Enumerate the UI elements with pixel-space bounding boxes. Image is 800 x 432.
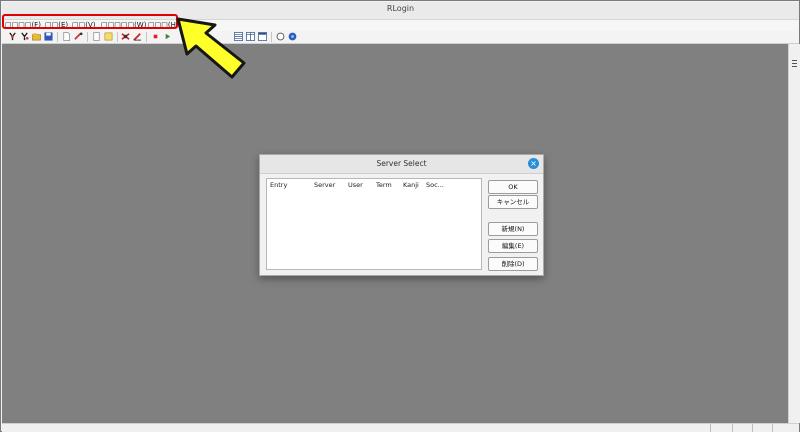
settings-circle-icon[interactable] [276,32,285,41]
cancel-button[interactable]: キャンセル [488,195,538,209]
paste-icon[interactable] [74,32,83,41]
status-divider [752,424,753,432]
stop-icon[interactable] [151,32,160,41]
column-header-socket[interactable]: Soc... [426,181,444,189]
play-icon[interactable] [163,32,172,41]
dialog-title-bar: Server Select × [260,155,543,174]
disconnect-icon[interactable] [20,32,29,41]
open-folder-icon[interactable] [32,32,41,41]
vertical-scrollbar[interactable] [788,44,800,423]
edit-icon[interactable] [133,32,142,41]
toolbar-separator [271,32,272,42]
status-divider [772,424,773,432]
help-icon[interactable] [288,32,297,41]
menu-highlight-box [2,14,178,29]
delete-button[interactable]: 削除(D) [488,257,538,271]
status-divider [710,424,711,432]
connect-icon[interactable] [8,32,17,41]
new-document-icon[interactable] [62,32,71,41]
toolbar [2,31,799,44]
window-cascade-icon[interactable] [258,32,267,41]
column-header-term[interactable]: Term [376,181,392,189]
edit-button[interactable]: 編集(E) [488,239,538,253]
pointer-arrow-icon [176,17,246,79]
column-header-entry[interactable]: Entry [270,181,287,189]
copy-icon[interactable] [92,32,101,41]
ok-button[interactable]: OK [488,180,538,194]
server-list[interactable]: Entry Server User Term Kanji Soc... [266,178,482,270]
scroll-grip [792,60,797,61]
status-divider [732,424,733,432]
status-bar [2,423,799,432]
toolbar-separator [117,32,118,42]
server-select-icon[interactable] [121,32,130,41]
dialog-title: Server Select [376,159,427,168]
toolbar-separator [87,32,88,42]
close-icon[interactable]: × [528,158,539,169]
column-header-kanji[interactable]: Kanji [403,181,419,189]
note-icon[interactable] [104,32,113,41]
server-select-dialog: Server Select × Entry Server User Term K… [259,154,544,276]
scroll-grip [792,66,797,67]
save-icon[interactable] [44,32,53,41]
toolbar-separator [57,32,58,42]
new-button[interactable]: 新規(N) [488,222,538,236]
toolbar-separator [146,32,147,42]
scroll-grip [792,63,797,64]
window-title: RLogin [386,4,415,13]
column-header-server[interactable]: Server [314,181,335,189]
column-header-user[interactable]: User [348,181,363,189]
